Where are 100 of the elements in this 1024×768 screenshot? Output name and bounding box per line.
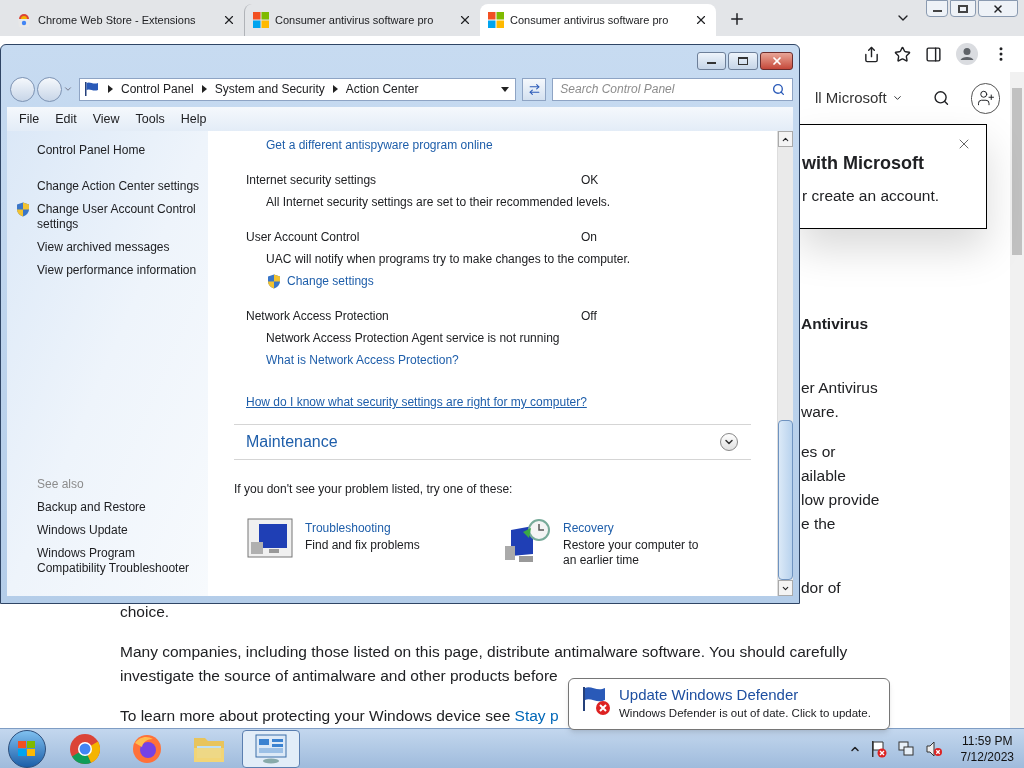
side-panel-icon[interactable] — [925, 45, 942, 63]
flag-error-icon[interactable] — [870, 739, 887, 758]
sidebar-link[interactable]: Change User Account Control settings — [37, 202, 206, 232]
text-line: To learn more about protecting your Windows device see — [120, 707, 511, 724]
menu-item[interactable]: View — [92, 109, 120, 129]
taskbar-button[interactable] — [242, 729, 300, 768]
text-line: er Antivirus — [801, 378, 879, 398]
tool-description: Restore your computer to an earlier time — [563, 538, 700, 568]
search-field[interactable]: Search Control Panel — [552, 77, 793, 101]
caret-icon[interactable] — [501, 86, 510, 92]
clock[interactable]: 11:59 PM 7/12/2023 — [960, 732, 1014, 765]
new-tab-icon[interactable] — [728, 10, 746, 28]
text-line: es or — [801, 442, 837, 462]
four-squares-icon — [253, 12, 269, 28]
popup-title: with Microsoft — [802, 152, 925, 175]
star-icon[interactable] — [894, 45, 911, 63]
chevron-right-icon — [201, 85, 207, 93]
monitor-icon — [247, 518, 293, 558]
sidebar-link[interactable]: Windows Program Compatibility Troubleshooter — [37, 546, 206, 576]
tool-link[interactable]: Troubleshooting — [305, 518, 455, 538]
clock-date: 7/12/2023 — [960, 748, 1014, 765]
menu-item[interactable]: File — [19, 109, 40, 129]
rainbow-bag-icon — [16, 12, 32, 28]
search-icon[interactable] — [772, 82, 785, 96]
close-icon[interactable] — [694, 13, 708, 27]
setting-name: User Account Control — [246, 229, 361, 246]
menu-item[interactable]: Tools — [135, 109, 165, 129]
setting-description: All Internet security settings are set to their recommended levels. — [265, 194, 612, 211]
setting-status: OK — [581, 172, 599, 189]
refresh-button[interactable] — [522, 77, 547, 101]
maximize-button[interactable] — [728, 52, 758, 70]
see-also-title: See also — [37, 477, 85, 492]
setting-status: Off — [581, 308, 597, 325]
text-link[interactable]: Change settings — [287, 270, 374, 292]
restore-button[interactable] — [950, 0, 976, 17]
section-heading: Antivirus — [800, 314, 870, 334]
arrows-icon — [527, 82, 541, 96]
tool-description: Find and fix problems — [305, 538, 421, 553]
address-bar[interactable]: Control Panel System and Security Action Center — [79, 77, 517, 101]
close-icon — [992, 2, 1004, 15]
browser-tab[interactable]: Consumer antivirus software pro — [480, 4, 716, 36]
minimize-button[interactable] — [926, 0, 948, 17]
text-line: ailable — [801, 466, 847, 486]
text-line: low provide — [801, 490, 881, 510]
expand-chevron-icon[interactable] — [720, 433, 738, 451]
search-icon[interactable] — [932, 89, 950, 107]
setting-description: UAC will notify when programs try to make changes to the computer. — [265, 251, 632, 268]
menu-item[interactable]: Edit — [55, 109, 77, 129]
flag-error-icon — [581, 685, 613, 717]
notification-balloon[interactable]: Update Windows Defender Windows Defender is out of date. Click to update. — [568, 678, 890, 730]
muted-speaker-icon[interactable] — [924, 739, 943, 758]
breadcrumb-item[interactable]: Control Panel — [121, 80, 194, 98]
close-icon — [770, 55, 783, 67]
maintenance-header[interactable]: Maintenance — [234, 424, 751, 460]
sidebar-link[interactable]: Backup and Restore — [37, 500, 206, 515]
notification-message: Windows Defender is out of date. Click to update. — [619, 706, 871, 721]
sidebar-link[interactable]: Change Action Center settings — [37, 179, 200, 194]
close-icon[interactable] — [222, 13, 236, 27]
browser-tab[interactable]: Chrome Web Store - Extensions — [8, 4, 244, 36]
share-icon[interactable] — [863, 45, 880, 63]
close-button[interactable] — [978, 0, 1018, 17]
search-placeholder: Search Control Panel — [560, 81, 676, 98]
text-line: Many companies, including those listed on this page, distribute antimalware software. You should carefully — [120, 643, 848, 660]
sidebar-link[interactable]: View performance information — [37, 263, 197, 278]
network-icon[interactable] — [896, 739, 915, 758]
setting-status: On — [581, 229, 597, 246]
profile-icon[interactable] — [956, 43, 978, 65]
sidebar-link[interactable]: Control Panel Home — [37, 143, 146, 158]
browser-icon — [69, 732, 101, 765]
menu-item[interactable]: Help — [180, 109, 207, 129]
tab-title: Chrome Web Store - Extensions — [38, 12, 197, 28]
close-button[interactable] — [760, 52, 793, 70]
text-line: ware. — [801, 402, 840, 422]
nav-link[interactable]: ll Microsoft — [815, 86, 887, 110]
help-link[interactable]: How do I know what security settings are right for my computer? — [234, 391, 751, 413]
shield-icon — [16, 202, 30, 217]
shield-icon — [267, 273, 281, 289]
section-title: Maintenance — [246, 432, 339, 452]
tool-link[interactable]: Recovery — [563, 518, 713, 538]
start-button[interactable] — [8, 729, 46, 768]
scrollbar[interactable] — [777, 131, 793, 596]
text-line: investigate the source of antimalware and other products before — [120, 667, 558, 684]
close-icon[interactable] — [458, 13, 472, 27]
minimize-button[interactable] — [697, 52, 726, 70]
text-link[interactable]: Get a different antispyware program online — [234, 134, 751, 156]
text-link[interactable]: What is Network Access Protection? — [266, 349, 459, 371]
prompt-text: If you don't see your problem listed, try one of these: — [234, 481, 514, 498]
breadcrumb-item[interactable]: System and Security — [214, 80, 325, 98]
setting-name: Network Access Protection — [246, 308, 390, 325]
sidebar-link[interactable]: View archived messages — [37, 240, 170, 255]
clock-time: 11:59 PM — [962, 732, 1013, 749]
breadcrumb-item[interactable]: Action Center — [345, 80, 419, 98]
text-link[interactable]: Stay p — [514, 707, 559, 724]
text-line: e the — [801, 514, 837, 534]
control-panel-icon — [255, 733, 287, 764]
fox-browser-icon — [131, 732, 163, 765]
scrollbar[interactable] — [1010, 72, 1024, 728]
sidebar-link[interactable]: Windows Update — [37, 523, 206, 538]
user-plus-icon — [976, 89, 995, 107]
setting-description: Network Access Protection Agent service is not running — [265, 330, 561, 347]
